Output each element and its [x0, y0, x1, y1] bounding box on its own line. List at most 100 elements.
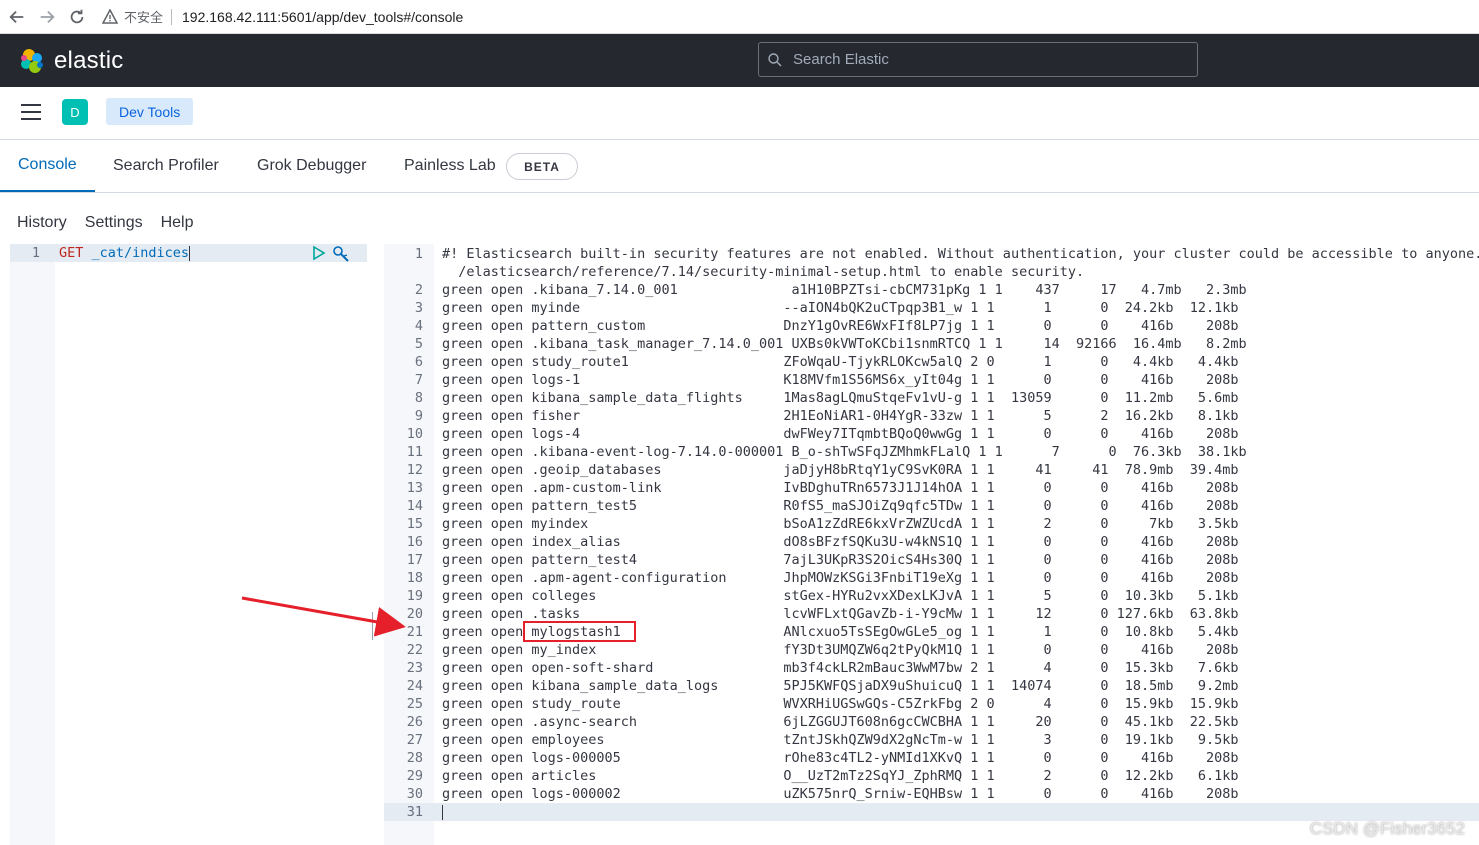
response-line: 10 green open logs-4 dwFWey7ITqmbtBQoQ0ww…: [384, 425, 1479, 443]
response-line-text: green open logs-1 K18MVfm1S56MS6x_yIt04g…: [442, 372, 1239, 388]
response-line-number: 15: [406, 516, 423, 532]
response-line-number: 2: [414, 282, 423, 298]
tab-grok-debugger[interactable]: Grok Debugger: [257, 140, 366, 191]
tab-search-profiler[interactable]: Search Profiler: [113, 140, 219, 191]
response-line-number: 31: [406, 804, 423, 820]
response-line-number: 11: [406, 444, 423, 460]
response-line: /elasticsearch/reference/7.14/security-m…: [384, 263, 1479, 281]
response-line-text: green open fisher 2H1EoNiAR1-0H4YgR-33zw…: [442, 408, 1239, 424]
response-line-text: green open logs-000002 uZK575nrQ_Srniw-E…: [442, 786, 1239, 802]
response-line-text: green open employees tZntJSkhQZW9dX2gNcT…: [442, 732, 1239, 748]
response-line-text: green open open-soft-shard mb3f4ckLR2mBa…: [442, 660, 1239, 676]
logo-text: elastic: [54, 47, 124, 74]
play-icon[interactable]: [312, 245, 326, 261]
response-line-text: green open pattern_custom DnzY1gOvRE6WxF…: [442, 318, 1239, 334]
response-line: 18 green open .apm-agent-configuration Jh…: [384, 569, 1479, 587]
global-search[interactable]: [758, 42, 1198, 77]
response-line-text: green open .geoip_databases jaDjyH8bRtqY…: [442, 462, 1239, 478]
response-cursor: [442, 805, 443, 820]
address-bar[interactable]: 不安全 192.168.42.111:5601/app/dev_tools#/c…: [102, 7, 463, 26]
response-line-number: 16: [406, 534, 423, 550]
response-line-number: 19: [406, 588, 423, 604]
search-icon: [768, 52, 782, 66]
response-line-number: 9: [414, 408, 423, 424]
pane-resizer[interactable]: [372, 612, 376, 640]
response-line: 24 green open kibana_sample_data_logs 5PJ…: [384, 677, 1479, 695]
response-line-text: green open .kibana_7.14.0_001 a1H10BPZTs…: [442, 282, 1247, 298]
response-line: 28 green open logs-000005 rOhe83c4TL2-yNM…: [384, 749, 1479, 767]
response-line: 25 green open study_route WVXRHiUGSwGQs-C…: [384, 695, 1479, 713]
help-link[interactable]: Help: [161, 214, 194, 232]
response-line: 3 green open myinde --aION4bQK2uCTpqp3B1_…: [384, 299, 1479, 317]
response-line: 2 green open .kibana_7.14.0_001 a1H10BPZT…: [384, 281, 1479, 299]
request-editor[interactable]: 1 GET _cat/indices: [10, 244, 367, 845]
response-line-text: green open logs-000005 rOhe83c4TL2-yNMId…: [442, 750, 1239, 766]
highlight-box: [523, 621, 636, 642]
response-line: 13 green open .apm-custom-link IvBDghuTRn…: [384, 479, 1479, 497]
response-line-text: green open index_alias dO8sBFzfSQKu3U-w4…: [442, 534, 1239, 550]
response-line-text: #! Elasticsearch built-in security featu…: [442, 246, 1479, 262]
wrench-icon[interactable]: [332, 245, 350, 263]
request-active-line: 1 GET _cat/indices: [10, 244, 367, 262]
tab-painless-lab[interactable]: Painless Lab: [404, 140, 496, 191]
response-line: 27 green open employees tZntJSkhQZW9dX2gN…: [384, 731, 1479, 749]
beta-badge: BETA: [506, 153, 578, 180]
history-link[interactable]: History: [17, 214, 67, 232]
forward-arrow-icon[interactable]: [34, 4, 60, 30]
response-line-number: 22: [406, 642, 423, 658]
request-gutter: [10, 244, 55, 845]
response-line-number: 23: [406, 660, 423, 676]
reload-icon[interactable]: [64, 4, 90, 30]
request-actions: [312, 245, 350, 263]
menu-icon[interactable]: [21, 104, 41, 120]
response-output: 1 #! Elasticsearch built-in security feat…: [384, 244, 1479, 845]
response-line: 16 green open index_alias dO8sBFzfSQKu3U-…: [384, 533, 1479, 551]
url-text: 192.168.42.111:5601/app/dev_tools#/conso…: [182, 8, 464, 25]
response-line-number: 29: [406, 768, 423, 784]
text-cursor: [189, 245, 191, 261]
response-line: 4 green open pattern_custom DnzY1gOvRE6Wx…: [384, 317, 1479, 335]
response-line-text: green open kibana_sample_data_logs 5PJ5K…: [442, 678, 1239, 694]
response-line-number: 1: [414, 246, 423, 262]
warning-icon: [102, 8, 118, 24]
request-text[interactable]: GET _cat/indices: [59, 244, 191, 262]
response-line-number: 3: [414, 300, 423, 316]
response-line-number: 8: [414, 390, 423, 406]
security-label: 不安全: [124, 10, 164, 25]
response-line-text: green open kibana_sample_data_flights 1M…: [442, 390, 1239, 406]
space-avatar[interactable]: D: [62, 99, 88, 125]
response-line: 15 green open myindex bSoA1zZdRE6kxVrZWZU…: [384, 515, 1479, 533]
request-line-number: 1: [31, 245, 40, 261]
response-line-number: 17: [406, 552, 423, 568]
settings-link[interactable]: Settings: [85, 214, 143, 232]
tab-console[interactable]: Console: [0, 140, 95, 192]
response-line: 6 green open study_route1 ZFoWqaU-TjykRLO…: [384, 353, 1479, 371]
url-separator: [171, 8, 173, 25]
watermark: CSDN @Fisher3652: [1309, 819, 1465, 838]
response-line: 8 green open kibana_sample_data_flights 1…: [384, 389, 1479, 407]
response-line-number: 30: [406, 786, 423, 802]
response-line-number: 27: [406, 732, 423, 748]
elastic-logo[interactable]: elastic: [18, 47, 123, 75]
response-line-text: green open logs-4 dwFWey7ITqmbtBQoQ0wwGg…: [442, 426, 1239, 442]
kibana-header: elastic: [0, 34, 1479, 87]
response-line-number: 24: [406, 678, 423, 694]
response-line: 7 green open logs-1 K18MVfm1S56MS6x_yIt04…: [384, 371, 1479, 389]
search-input[interactable]: [791, 50, 1175, 69]
response-line: 26 green open .async-search 6jLZGGUJT608n…: [384, 713, 1479, 731]
response-line-text: green open myindex bSoA1zZdRE6kxVrZWZUcd…: [442, 516, 1239, 532]
response-line-number: 21: [406, 624, 423, 640]
response-line: 14 green open pattern_test5 R0fS5_maSJOiZ…: [384, 497, 1479, 515]
response-line: 9 green open fisher 2H1EoNiAR1-0H4YgR-33z…: [384, 407, 1479, 425]
breadcrumb-dev-tools[interactable]: Dev Tools: [106, 98, 194, 125]
browser-toolbar: 不安全 192.168.42.111:5601/app/dev_tools#/c…: [0, 0, 1479, 34]
back-arrow-icon[interactable]: [4, 4, 30, 30]
response-line: 11 green open .kibana-event-log-7.14.0-00…: [384, 443, 1479, 461]
response-line-number: 25: [406, 696, 423, 712]
response-line: 1 #! Elasticsearch built-in security feat…: [384, 245, 1479, 263]
response-line-text: green open study_route WVXRHiUGSwGQs-C5Z…: [442, 696, 1239, 712]
response-line-text: green open .kibana-event-log-7.14.0-0000…: [442, 444, 1247, 460]
console-menu: History Settings Help: [17, 214, 194, 232]
response-line: 5 green open .kibana_task_manager_7.14.0_…: [384, 335, 1479, 353]
response-line: 30 green open logs-000002 uZK575nrQ_Srniw…: [384, 785, 1479, 803]
